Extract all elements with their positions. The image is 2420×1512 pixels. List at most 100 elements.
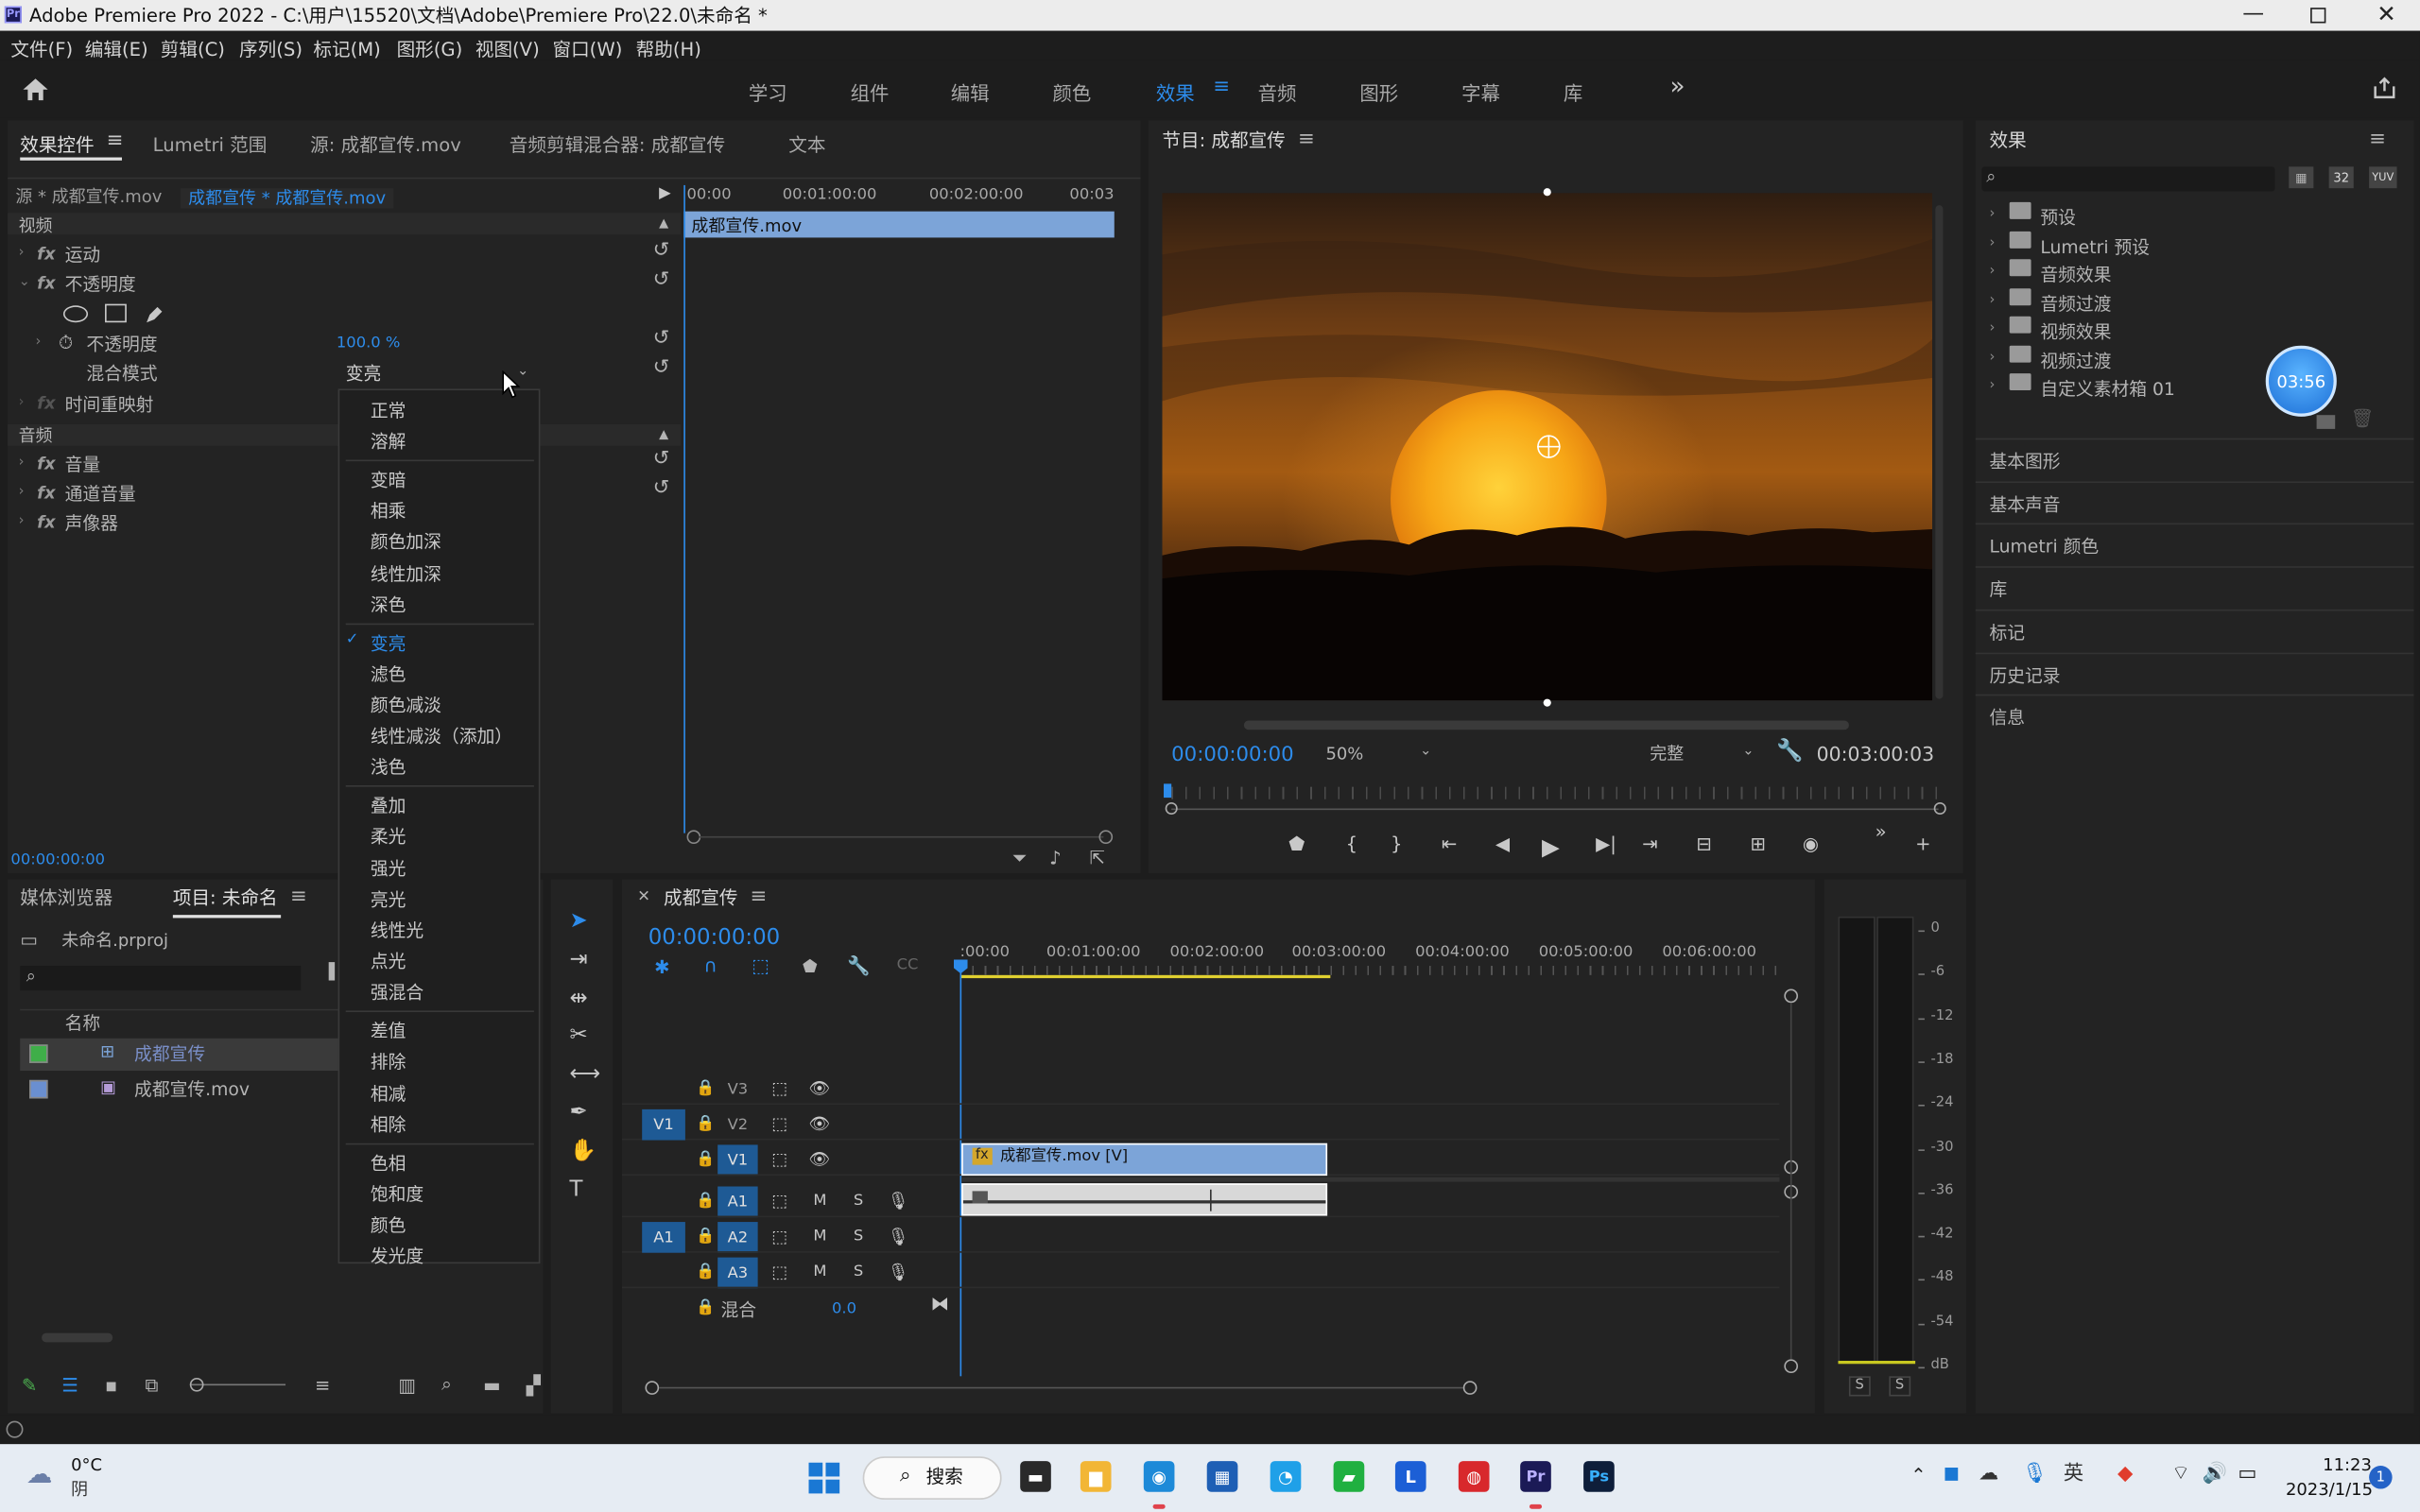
timeline-vscroll-top[interactable] [1784,988,1799,1004]
blend-mode-select[interactable]: 变亮 [346,365,382,384]
notification-badge[interactable]: 1 [2369,1466,2393,1489]
thumbnail-size-slider[interactable] [189,1383,286,1386]
blend-option-5-1[interactable]: 饱和度 [371,1181,424,1206]
blend-option-5-3[interactable]: 发光度 [371,1244,424,1268]
add-marker-icon[interactable]: ⬟ [803,958,818,975]
source-patch-v1[interactable]: V1 [642,1108,685,1141]
reset-opacity-icon[interactable]: ↺ [653,270,670,290]
lock-track-icon[interactable]: 🔒 [696,1115,715,1132]
reset-volume-icon[interactable]: ↺ [653,449,670,469]
mark-out-icon[interactable]: } [1391,833,1402,855]
workspace-tab-8[interactable]: 库 [1564,77,1582,107]
toggle-sync-lock-icon[interactable]: ⬚ [771,1149,787,1169]
lock-track-icon[interactable]: 🔒 [696,1263,715,1280]
timer-badge[interactable]: 03:56 [2265,345,2337,417]
more-controls-icon[interactable]: » [1876,821,1887,843]
timeline-hscroll-left[interactable] [645,1381,660,1395]
label-color-blue[interactable] [29,1079,48,1099]
volume-effect[interactable]: 音量 [65,455,101,474]
new-bin-button[interactable]: ▬ [483,1376,501,1395]
quality-select[interactable]: 完整 [1650,746,1684,763]
blend-option-3-2[interactable]: 强光 [371,855,406,880]
opacity-effect[interactable]: 不透明度 [65,275,136,294]
voice-over-mic-icon[interactable]: 🎙 [888,1263,909,1282]
blend-option-4-2[interactable]: 相减 [371,1081,406,1106]
ellipse-mask-icon[interactable] [62,305,89,323]
tray-chevron-icon[interactable]: ⌃ [1910,1466,1926,1485]
source-tab-4[interactable]: 文本 [788,131,825,158]
source-tab-1[interactable]: Lumetri 范围 [153,131,268,158]
blend-option-3-5[interactable]: 点光 [371,949,406,973]
collapse-audio-icon[interactable]: ▲ [659,428,668,441]
blend-option-1-4[interactable]: 深色 [371,593,406,617]
voice-over-mic-icon[interactable]: 🎙 [888,1227,909,1246]
effects-section-3[interactable]: 库 [1989,577,2007,602]
collapse-video-icon[interactable]: ▲ [659,216,668,230]
eye-icon[interactable]: 👁 [809,1078,831,1098]
effects-section-2[interactable]: Lumetri 颜色 [1989,535,2099,559]
blend-option-3-6[interactable]: 强混合 [371,980,424,1005]
track-target-A2[interactable]: A2 [717,1222,758,1253]
lock-track-icon[interactable]: 🔒 [696,1080,715,1097]
store-icon[interactable]: ▦ [1206,1461,1238,1492]
track-select-icon[interactable]: ⇥ [569,947,587,971]
program-ruler[interactable] [1171,786,1941,799]
weather-temp[interactable]: 0°C [71,1456,102,1473]
mark-in-icon[interactable]: { [1346,833,1357,855]
pen-tool-icon[interactable]: ✒ [569,1100,587,1125]
photoshop-taskbar-icon[interactable]: Ps [1583,1461,1615,1492]
lock-track-icon[interactable]: 🔒 [696,1193,715,1210]
track-target-A3[interactable]: A3 [717,1257,758,1289]
tab-project[interactable]: 项目: 未命名 [173,888,278,907]
ec-playhead[interactable] [683,184,685,833]
blend-option-5-2[interactable]: 颜色 [371,1212,406,1237]
effects-section-0[interactable]: 基本图形 [1989,449,2060,473]
solo-right-button[interactable]: S [1889,1376,1910,1397]
solo-button[interactable]: S [854,1228,863,1246]
close-button[interactable]: ✕ [2377,2,2396,26]
ec-scroll-right[interactable] [1098,830,1114,845]
effects-section-5[interactable]: 历史记录 [1989,662,2060,687]
netease-music-icon[interactable]: ◍ [1458,1461,1490,1492]
blend-option-1-1[interactable]: 相乘 [371,499,406,524]
new-bin-icon[interactable] [2316,415,2336,429]
reset-channel-icon[interactable]: ↺ [653,478,670,498]
blend-option-4-3[interactable]: 相除 [371,1112,406,1137]
file-explorer-icon[interactable]: ▆ [1080,1461,1112,1492]
app-icon-l[interactable]: L [1394,1461,1426,1492]
timeline-vscroll-bottom[interactable] [1784,1359,1799,1374]
export-icon[interactable]: ⇱ [1090,849,1105,868]
blend-option-4-1[interactable]: 排除 [371,1050,406,1074]
menu-3[interactable]: 序列(S) [239,36,302,62]
source-tab-3[interactable]: 音频剪辑混合器: 成都宣传 [510,131,725,158]
32bit-effects-icon[interactable]: 32 [2328,166,2354,189]
add-marker-icon[interactable]: ⬟ [1288,833,1305,855]
project-search-input[interactable] [20,966,302,991]
effects-menu-icon[interactable]: ≡ [2369,129,2386,149]
clock-time[interactable]: 11:23 [2323,1456,2372,1473]
effects-section-4[interactable]: 标记 [1989,620,2025,644]
wifi-icon[interactable]: ⌔ [2171,1464,2190,1484]
monitor-vscroll[interactable] [1935,205,1944,699]
source-tab-0[interactable]: 效果控件 [20,131,94,158]
program-zoom-left[interactable] [1165,801,1178,816]
step-back-icon[interactable]: ◀ [1495,833,1510,855]
menu-7[interactable]: 窗口(W) [552,36,622,62]
eye-icon[interactable]: 👁 [809,1149,831,1169]
reset-motion-icon[interactable]: ↺ [653,241,670,261]
mute-button[interactable]: M [813,1193,826,1210]
track-target-V1[interactable]: V1 [717,1144,758,1177]
icon-view-icon[interactable]: ▪ [105,1376,117,1395]
folder-expand-6[interactable]: › [1989,378,1995,393]
export-frame-icon[interactable]: ◉ [1803,833,1819,855]
ripple-edit-icon[interactable]: ⇹ [569,986,587,1010]
bbox-handle-bottom[interactable] [1543,698,1551,707]
blend-option-0-0[interactable]: 正常 [371,398,406,422]
solo-left-button[interactable]: S [1848,1376,1871,1397]
blend-option-5-0[interactable]: 色相 [371,1150,406,1175]
folder-expand-4[interactable]: › [1989,321,1995,336]
program-playhead[interactable] [1164,783,1172,799]
solo-button[interactable]: S [854,1263,863,1280]
blend-option-2-0[interactable]: 变亮 [371,630,406,655]
work-area-bar[interactable] [959,974,1331,979]
